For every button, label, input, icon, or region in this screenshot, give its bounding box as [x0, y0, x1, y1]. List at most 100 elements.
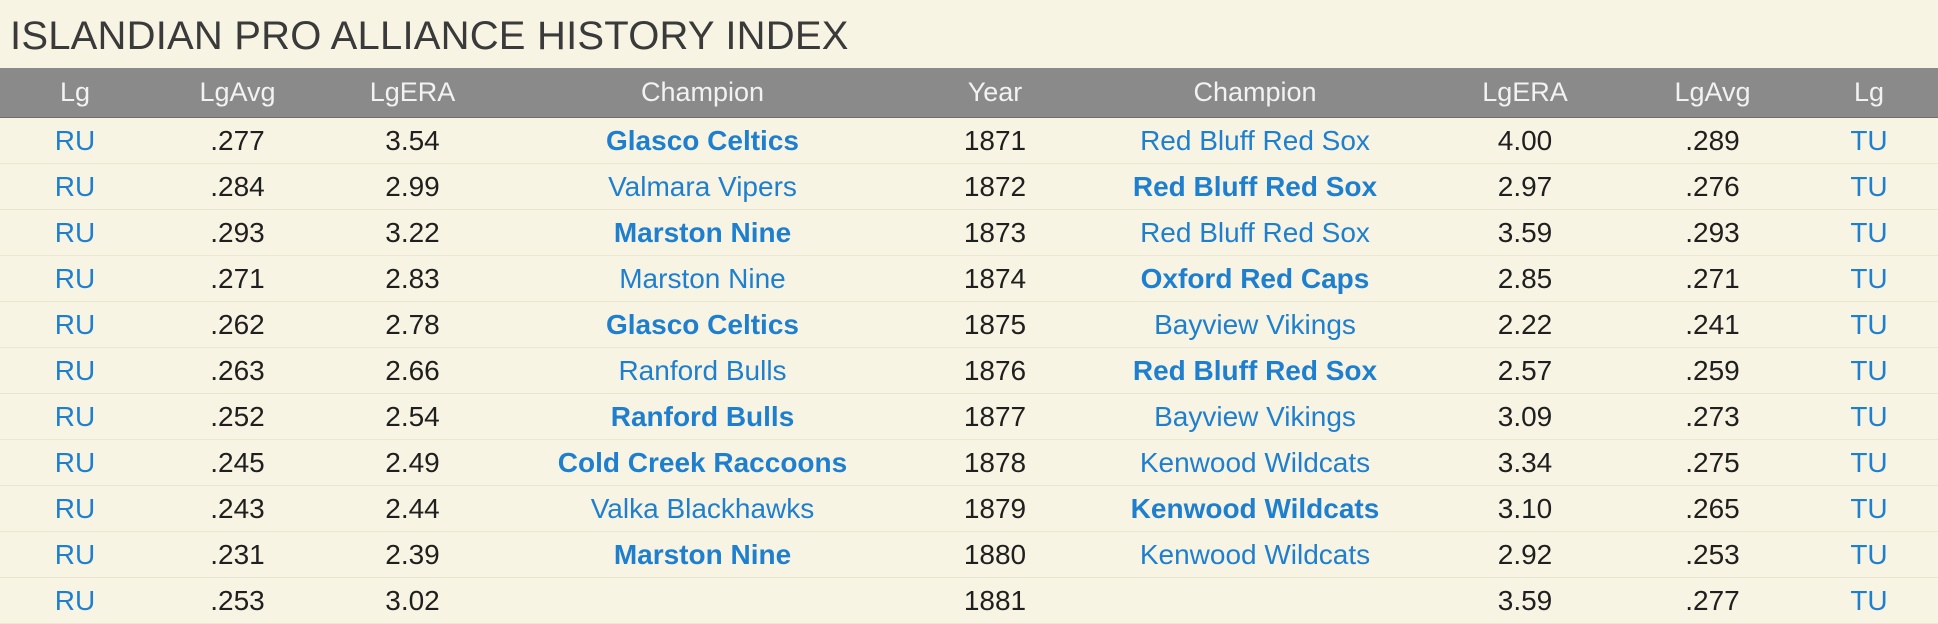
league-link-right[interactable]: TU — [1800, 439, 1938, 486]
champion-left[interactable]: Glasco Celtics — [500, 117, 905, 164]
league-link[interactable]: TU — [1850, 585, 1887, 616]
team-link[interactable]: Red Bluff Red Sox — [1133, 355, 1377, 386]
team-link[interactable]: Kenwood Wildcats — [1140, 447, 1370, 478]
league-link-left[interactable]: RU — [0, 301, 150, 348]
team-link[interactable]: Red Bluff Red Sox — [1133, 171, 1377, 202]
league-link-right[interactable]: TU — [1800, 255, 1938, 302]
champion-left[interactable]: Ranford Bulls — [500, 393, 905, 440]
league-link[interactable]: RU — [55, 171, 95, 202]
champion-right[interactable]: Red Bluff Red Sox — [1085, 347, 1425, 394]
league-link[interactable]: RU — [55, 447, 95, 478]
header-lg-right[interactable]: Lg — [1800, 68, 1938, 118]
champion-left[interactable]: Valka Blackhawks — [500, 485, 905, 532]
team-link[interactable]: Marston Nine — [614, 217, 791, 248]
champion-left[interactable]: Ranford Bulls — [500, 347, 905, 394]
header-year[interactable]: Year — [905, 68, 1085, 118]
header-lgavg-left[interactable]: LgAvg — [150, 68, 325, 118]
league-link[interactable]: RU — [55, 263, 95, 294]
team-link[interactable]: Glasco Celtics — [606, 309, 799, 340]
league-link-right[interactable]: TU — [1800, 531, 1938, 578]
team-link[interactable]: Marston Nine — [619, 263, 786, 294]
champion-left[interactable]: Glasco Celtics — [500, 301, 905, 348]
team-link[interactable]: Red Bluff Red Sox — [1140, 125, 1370, 156]
league-link-left[interactable]: RU — [0, 485, 150, 532]
header-lg-left[interactable]: Lg — [0, 68, 150, 118]
league-link[interactable]: TU — [1850, 539, 1887, 570]
champion-left[interactable]: Marston Nine — [500, 531, 905, 578]
champion-left[interactable]: Valmara Vipers — [500, 163, 905, 210]
champion-right[interactable]: Kenwood Wildcats — [1085, 439, 1425, 486]
header-champion-left[interactable]: Champion — [500, 68, 905, 118]
team-link[interactable]: Ranford Bulls — [611, 401, 795, 432]
champion-right[interactable]: Bayview Vikings — [1085, 393, 1425, 440]
league-link-right[interactable]: TU — [1800, 485, 1938, 532]
champion-right[interactable]: Bayview Vikings — [1085, 301, 1425, 348]
league-link-right[interactable]: TU — [1800, 117, 1938, 164]
league-link[interactable]: RU — [55, 217, 95, 248]
league-link[interactable]: RU — [55, 401, 95, 432]
champion-right[interactable]: Red Bluff Red Sox — [1085, 163, 1425, 210]
league-link[interactable]: TU — [1850, 447, 1887, 478]
champion-right[interactable]: Red Bluff Red Sox — [1085, 117, 1425, 164]
header-lgera-left[interactable]: LgERA — [325, 68, 500, 118]
header-lgavg-right[interactable]: LgAvg — [1625, 68, 1800, 118]
team-link[interactable]: Red Bluff Red Sox — [1140, 217, 1370, 248]
team-link[interactable]: Kenwood Wildcats — [1131, 493, 1380, 524]
champion-left[interactable]: Marston Nine — [500, 255, 905, 302]
champion-left[interactable] — [500, 577, 905, 624]
league-link-left[interactable]: RU — [0, 393, 150, 440]
league-link-left[interactable]: RU — [0, 163, 150, 210]
league-link-left[interactable]: RU — [0, 117, 150, 164]
league-link[interactable]: TU — [1850, 401, 1887, 432]
team-link[interactable]: Kenwood Wildcats — [1140, 539, 1370, 570]
year: 1874 — [905, 255, 1085, 302]
champion-right[interactable]: Oxford Red Caps — [1085, 255, 1425, 302]
league-link[interactable]: RU — [55, 125, 95, 156]
league-link[interactable]: TU — [1850, 493, 1887, 524]
champion-right[interactable] — [1085, 577, 1425, 624]
team-link[interactable]: Bayview Vikings — [1154, 309, 1356, 340]
league-link[interactable]: TU — [1850, 125, 1887, 156]
league-link[interactable]: TU — [1850, 217, 1887, 248]
league-link[interactable]: TU — [1850, 263, 1887, 294]
champion-right[interactable]: Red Bluff Red Sox — [1085, 209, 1425, 256]
header-row: Lg LgAvg LgERA Champion Year Champion Lg… — [0, 68, 1938, 118]
team-link[interactable]: Glasco Celtics — [606, 125, 799, 156]
champion-left[interactable]: Cold Creek Raccoons — [500, 439, 905, 486]
league-link[interactable]: TU — [1850, 309, 1887, 340]
league-link[interactable]: TU — [1850, 171, 1887, 202]
league-link-right[interactable]: TU — [1800, 301, 1938, 348]
league-link-left[interactable]: RU — [0, 347, 150, 394]
table-row: RU .243 2.44 Valka Blackhawks 1879 Kenwo… — [0, 485, 1938, 532]
league-link[interactable]: RU — [55, 539, 95, 570]
league-link-right[interactable]: TU — [1800, 577, 1938, 624]
lg-avg-left: .252 — [150, 393, 325, 440]
team-link[interactable]: Marston Nine — [614, 539, 791, 570]
league-link-left[interactable]: RU — [0, 209, 150, 256]
league-link[interactable]: RU — [55, 309, 95, 340]
league-link-right[interactable]: TU — [1800, 347, 1938, 394]
league-link-left[interactable]: RU — [0, 531, 150, 578]
team-link[interactable]: Valka Blackhawks — [591, 493, 815, 524]
team-link[interactable]: Oxford Red Caps — [1141, 263, 1370, 294]
league-link[interactable]: RU — [55, 493, 95, 524]
champion-right[interactable]: Kenwood Wildcats — [1085, 531, 1425, 578]
league-link[interactable]: TU — [1850, 355, 1887, 386]
league-link-left[interactable]: RU — [0, 439, 150, 486]
league-link[interactable]: RU — [55, 585, 95, 616]
lg-era-right: 2.85 — [1425, 255, 1625, 302]
champion-left[interactable]: Marston Nine — [500, 209, 905, 256]
league-link-left[interactable]: RU — [0, 577, 150, 624]
league-link-right[interactable]: TU — [1800, 209, 1938, 256]
league-link[interactable]: RU — [55, 355, 95, 386]
league-link-left[interactable]: RU — [0, 255, 150, 302]
team-link[interactable]: Cold Creek Raccoons — [558, 447, 847, 478]
team-link[interactable]: Ranford Bulls — [618, 355, 786, 386]
champion-right[interactable]: Kenwood Wildcats — [1085, 485, 1425, 532]
team-link[interactable]: Valmara Vipers — [608, 171, 797, 202]
team-link[interactable]: Bayview Vikings — [1154, 401, 1356, 432]
header-lgera-right[interactable]: LgERA — [1425, 68, 1625, 118]
league-link-right[interactable]: TU — [1800, 393, 1938, 440]
header-champion-right[interactable]: Champion — [1085, 68, 1425, 118]
league-link-right[interactable]: TU — [1800, 163, 1938, 210]
